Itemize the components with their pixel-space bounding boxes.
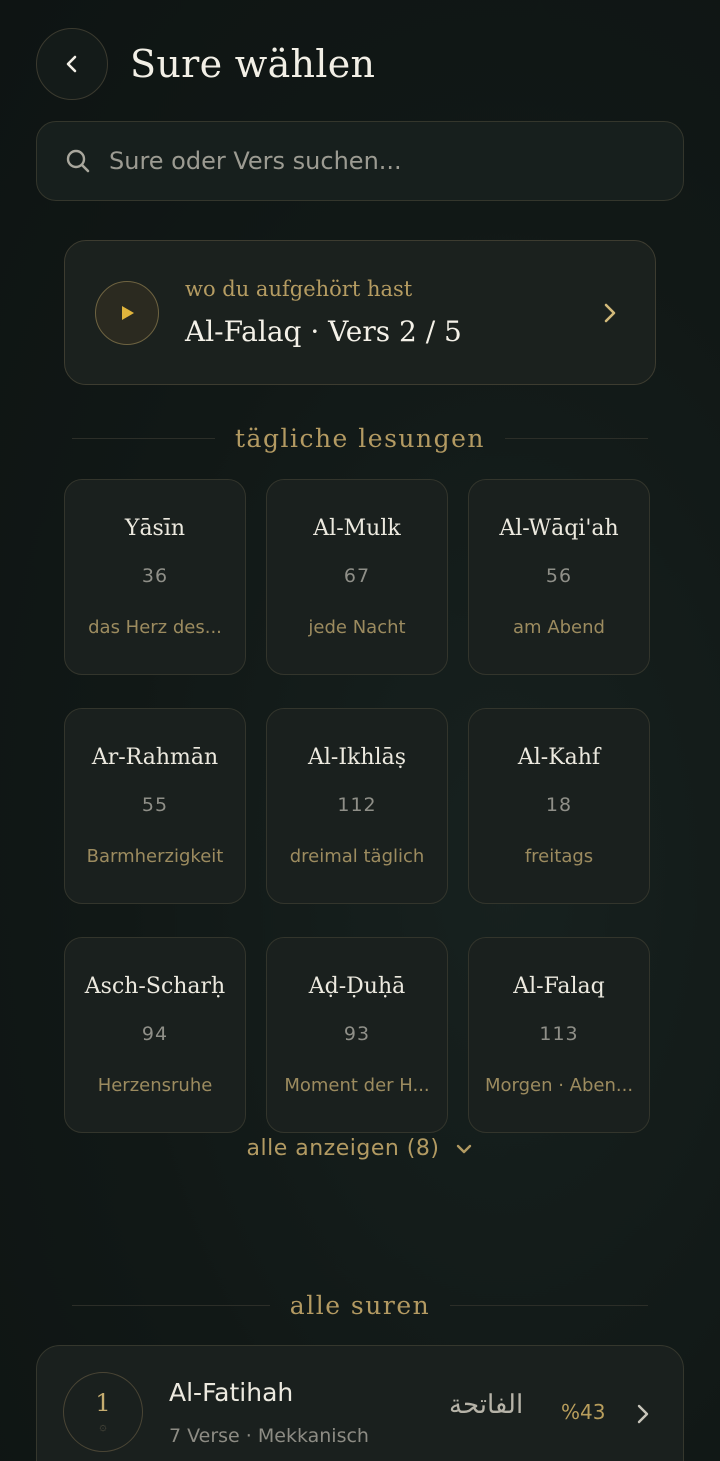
page-title: Sure wählen bbox=[130, 42, 376, 86]
divider bbox=[72, 1305, 270, 1306]
divider bbox=[72, 438, 215, 439]
reading-note: jede Nacht bbox=[308, 617, 406, 638]
surah-number: 112 bbox=[337, 794, 377, 816]
play-button[interactable] bbox=[95, 280, 159, 345]
chevron-right-icon bbox=[604, 303, 616, 322]
reading-card[interactable]: Aḍ-Ḍuḥā 93 Moment der H... bbox=[266, 937, 448, 1133]
surah-name: Asch-Scharḥ bbox=[84, 974, 226, 999]
resume-card[interactable]: wo du aufgehört hast Al-Falaq · Vers 2 /… bbox=[64, 240, 656, 385]
surah-number: 94 bbox=[141, 1023, 169, 1045]
surah-number: 18 bbox=[545, 794, 573, 816]
surah-number: 56 bbox=[545, 565, 573, 587]
resume-text: wo du aufgehört hast Al-Falaq · Vers 2 /… bbox=[185, 277, 601, 348]
search-bar[interactable] bbox=[36, 121, 684, 201]
search-icon bbox=[66, 149, 90, 173]
surah-meta: 7 Verse · Mekkanisch bbox=[169, 1425, 369, 1447]
surah-progress: %43 bbox=[561, 1400, 606, 1424]
search-input[interactable] bbox=[109, 147, 629, 175]
surah-name: Yāsīn bbox=[124, 516, 186, 541]
section-title: alle suren bbox=[289, 1291, 431, 1320]
divider bbox=[450, 1305, 649, 1306]
chevron-left-icon bbox=[66, 55, 77, 73]
reading-card[interactable]: Asch-Scharḥ 94 Herzensruhe bbox=[64, 937, 246, 1133]
surah-list-item[interactable]: 1 ۞ Al-Fatihah 7 Verse · Mekkanisch الفا… bbox=[36, 1345, 684, 1461]
surah-name: Al-Falaq bbox=[513, 974, 605, 999]
daily-readings-grid: Yāsīn 36 das Herz des... Al-Mulk 67 jede… bbox=[64, 479, 650, 1133]
reading-note: das Herz des... bbox=[88, 617, 222, 638]
surah-name: Ar-Rahmān bbox=[91, 745, 219, 770]
daily-readings-heading: tägliche lesungen bbox=[72, 424, 649, 453]
reading-card[interactable]: Al-Falaq 113 Morgen · Aben... bbox=[468, 937, 650, 1133]
reading-note: am Abend bbox=[513, 617, 605, 638]
resume-label: wo du aufgehört hast bbox=[185, 277, 413, 301]
surah-name: Al-Ikhlāṣ bbox=[308, 745, 406, 770]
surah-name: Al-Fatihah bbox=[169, 1378, 294, 1407]
reading-note: Morgen · Aben... bbox=[484, 1075, 634, 1096]
surah-number: 55 bbox=[141, 794, 169, 816]
surah-number: 1 bbox=[95, 1389, 111, 1417]
play-icon bbox=[122, 305, 134, 320]
surah-number: 36 bbox=[141, 565, 169, 587]
show-all-label: alle anzeigen (8) bbox=[246, 1136, 440, 1161]
reading-card[interactable]: Al-Mulk 67 jede Nacht bbox=[266, 479, 448, 675]
surah-name: Aḍ-Ḍuḥā bbox=[308, 974, 406, 999]
header: Sure wählen bbox=[36, 28, 684, 100]
reading-note: dreimal täglich bbox=[289, 846, 425, 867]
reading-note: Moment der H... bbox=[284, 1075, 430, 1096]
surah-name: Al-Wāqi'ah bbox=[499, 516, 619, 541]
surah-number: 67 bbox=[343, 565, 371, 587]
show-all-button[interactable]: alle anzeigen (8) bbox=[0, 1136, 720, 1161]
reading-note: Barmherzigkeit bbox=[86, 846, 224, 867]
surah-name: Al-Mulk bbox=[313, 516, 401, 541]
back-button[interactable] bbox=[36, 28, 108, 100]
divider bbox=[505, 438, 649, 439]
chevron-down-icon bbox=[457, 1144, 472, 1153]
surah-info: Al-Fatihah 7 Verse · Mekkanisch bbox=[169, 1372, 369, 1447]
reading-card[interactable]: Al-Wāqi'ah 56 am Abend bbox=[468, 479, 650, 675]
ornament-icon: ۞ bbox=[99, 1419, 107, 1433]
chevron-right-icon bbox=[637, 1404, 649, 1424]
reading-card[interactable]: Ar-Rahmān 55 Barmherzigkeit bbox=[64, 708, 246, 904]
surah-number-badge: 1 ۞ bbox=[63, 1372, 143, 1452]
reading-card[interactable]: Al-Kahf 18 freitags bbox=[468, 708, 650, 904]
surah-number: 93 bbox=[343, 1023, 371, 1045]
reading-note: Herzensruhe bbox=[97, 1075, 213, 1096]
reading-card[interactable]: Yāsīn 36 das Herz des... bbox=[64, 479, 246, 675]
resume-title: Al-Falaq · Vers 2 / 5 bbox=[185, 315, 462, 348]
all-surahs-heading: alle suren bbox=[72, 1291, 649, 1320]
surah-number: 113 bbox=[539, 1023, 579, 1045]
surah-name: Al-Kahf bbox=[517, 745, 601, 770]
surah-arabic-name: الفاتحة bbox=[449, 1390, 524, 1420]
section-title: tägliche lesungen bbox=[235, 424, 486, 453]
reading-card[interactable]: Al-Ikhlāṣ 112 dreimal täglich bbox=[266, 708, 448, 904]
reading-note: freitags bbox=[524, 846, 594, 867]
